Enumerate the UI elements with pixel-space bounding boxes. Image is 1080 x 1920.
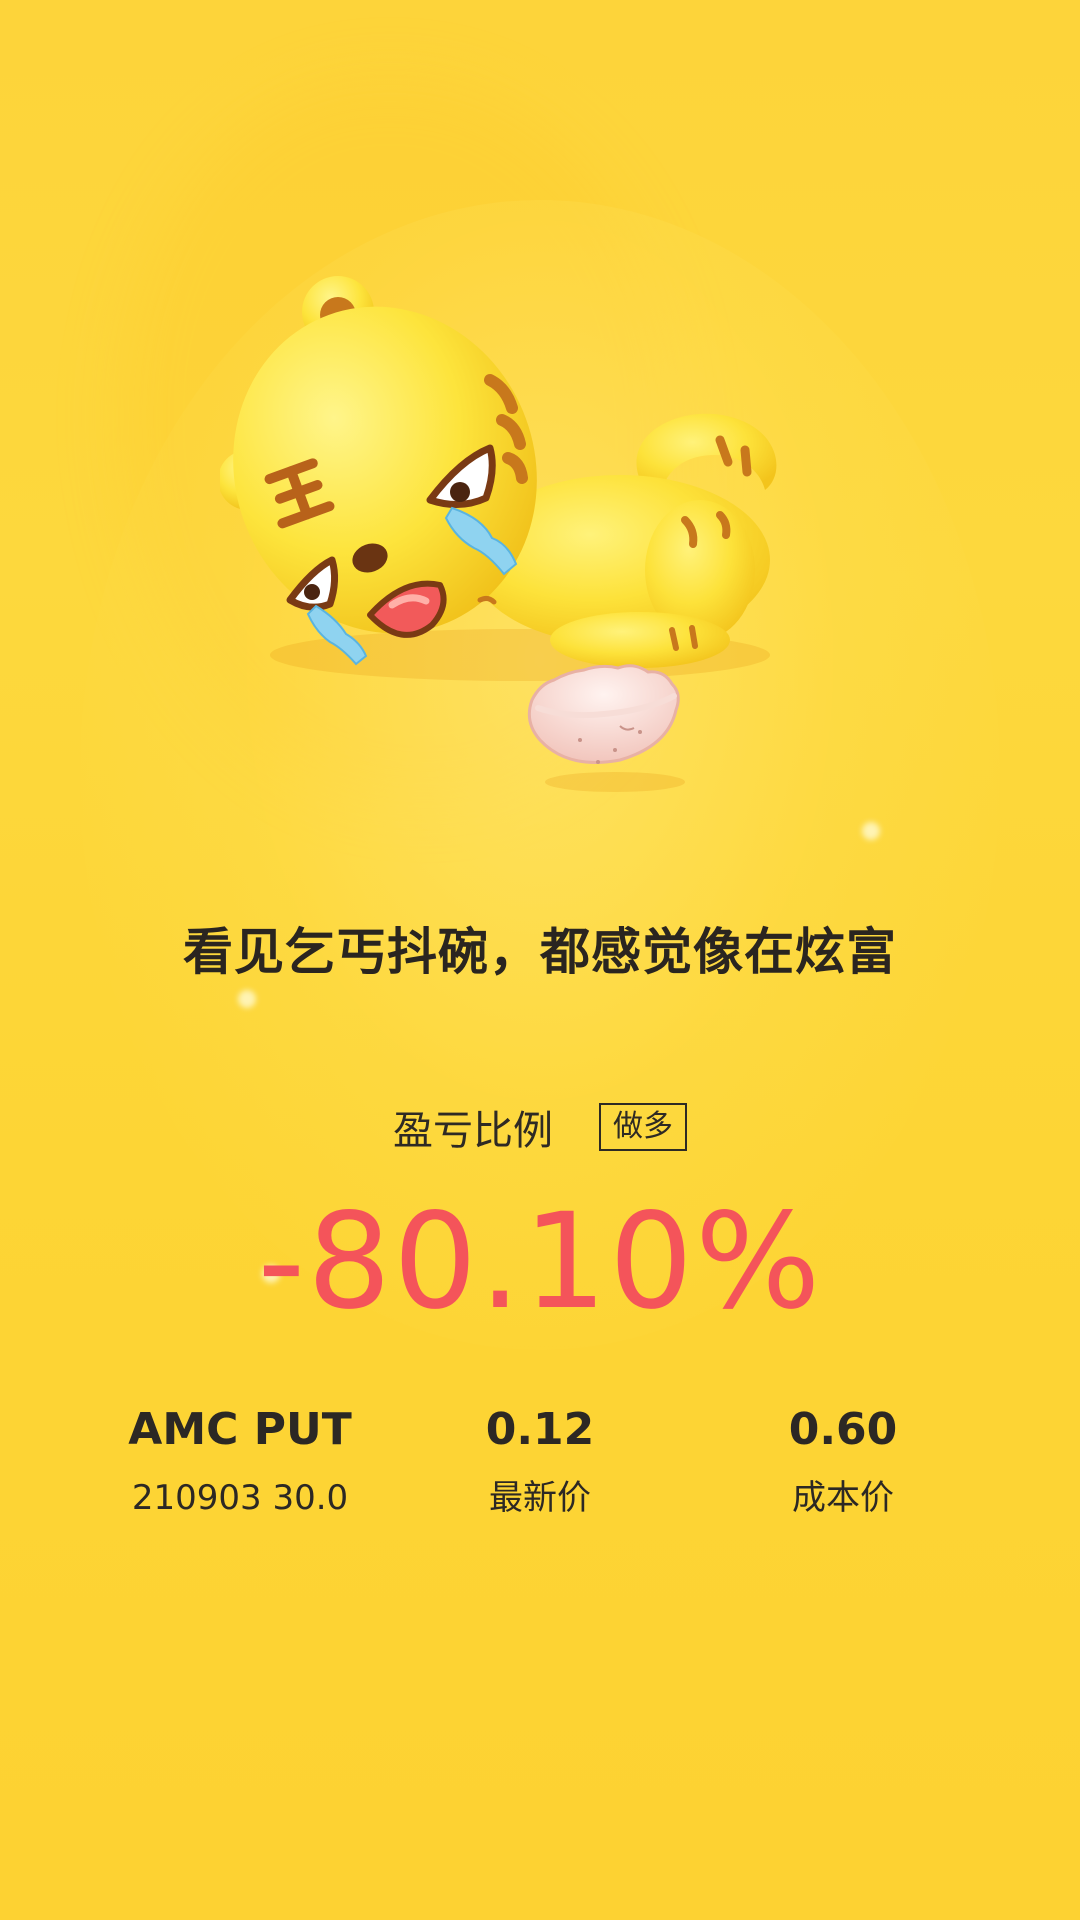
latest-price-value: 0.12 — [485, 1404, 595, 1455]
direction-tag: 做多 — [599, 1103, 687, 1151]
position-symbol-block: AMC PUT 210903 30.0 — [80, 1402, 400, 1520]
position-symbol: AMC PUT — [128, 1404, 352, 1455]
latest-price-block: 0.12 最新价 — [380, 1402, 700, 1520]
pnl-ratio-row: 盈亏比例 做多 — [0, 1098, 1080, 1156]
broken-eggshell-icon — [527, 664, 680, 764]
pnl-percentage: -80.10% — [257, 1185, 823, 1339]
pnl-ratio-label: 盈亏比例 — [393, 1108, 553, 1154]
sparkle-icon — [862, 822, 880, 840]
headline: 看见乞丐抖碗，都感觉像在炫富 — [183, 923, 897, 981]
sparkle-icon — [238, 990, 256, 1008]
crying-tiger-illustration — [220, 276, 777, 792]
latest-price-label: 最新价 — [489, 1478, 591, 1518]
position-contract: 210903 30.0 — [131, 1478, 349, 1518]
position-stats: AMC PUT 210903 30.0 0.12 最新价 0.60 成本价 — [0, 1402, 1080, 1542]
cost-price-value: 0.60 — [788, 1404, 898, 1455]
cost-price-block: 0.60 成本价 — [683, 1402, 1003, 1520]
cost-price-label: 成本价 — [792, 1478, 894, 1518]
